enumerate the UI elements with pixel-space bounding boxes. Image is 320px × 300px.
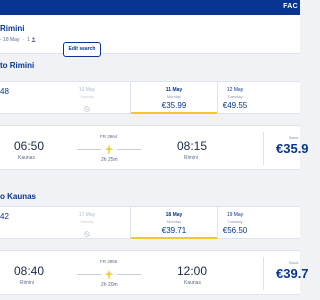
departure-time: 08:40	[14, 264, 45, 278]
day-label: Monday	[166, 94, 182, 99]
route-line	[77, 274, 101, 275]
search-date-range: - 18 May	[0, 37, 20, 43]
search-dates: - 18 May · 1	[0, 37, 36, 43]
date-cell-selected[interactable]: 18 May Monday €39.71	[130, 207, 218, 239]
day-label: Sunday	[80, 94, 94, 99]
departure-city: Rimini	[20, 280, 34, 286]
date-cell[interactable]: 10 May Sunday	[52, 82, 122, 113]
departure-city: Kaunas	[18, 155, 35, 161]
outbound-title: to Rimini	[0, 61, 35, 70]
date-cell[interactable]: 12 May Tuesday €49.55	[220, 82, 250, 113]
date-label: 19 May	[226, 212, 244, 218]
route-line	[117, 274, 141, 275]
search-route: Rimini	[0, 24, 25, 33]
edit-search-button[interactable]: Edit search	[63, 42, 101, 57]
flight-number: FR 3965	[100, 259, 118, 264]
no-flight-icon	[84, 106, 90, 112]
person-icon	[31, 37, 36, 43]
date-label: 10 May	[78, 87, 96, 93]
top-bar: FAC	[0, 0, 300, 15]
flight-duration: 2h 20m	[101, 282, 118, 288]
fare-price: €39.7	[276, 266, 309, 281]
fare-type: Basic	[289, 135, 299, 140]
inbound-flight-card[interactable]: 08:40 Rimini FR 3965 2h 20m 12:00 Kaunas…	[0, 250, 309, 295]
card-divider	[263, 257, 264, 290]
day-label: Sunday	[80, 219, 94, 224]
inbound-date-strip: 42 17 May Sunday 18 May Monday €39.71 19…	[0, 206, 300, 239]
inbound-title: o Kaunas	[0, 192, 37, 201]
arrival-city: Kaunas	[184, 280, 201, 286]
date-price: €39.71	[161, 226, 187, 235]
date-cell[interactable]: 19 May Tuesday €56.50	[220, 207, 250, 238]
arrival-city: Rimini	[184, 155, 198, 161]
search-summary: Rimini - 18 May · 1 Edit search	[0, 15, 300, 57]
plane-icon	[104, 144, 114, 154]
day-label: Tuesday	[227, 219, 243, 224]
outbound-date-strip: 48 10 May Sunday 11 May Monday €35.99 12…	[0, 81, 300, 114]
date-label: 11 May	[165, 87, 183, 93]
day-label: Monday	[166, 219, 182, 224]
date-cell[interactable]: 42	[0, 207, 15, 238]
day-label: Tuesday	[227, 94, 243, 99]
no-flight-icon	[84, 231, 90, 237]
date-price: 42	[0, 212, 9, 221]
date-label: 12 May	[226, 87, 244, 93]
date-price: €49.55	[222, 101, 248, 110]
flight-number: FR 3964	[100, 134, 118, 139]
fare-type: Basic	[289, 260, 299, 265]
route-line	[77, 149, 101, 150]
outbound-flight-card[interactable]: 06:50 Kaunas FR 3964 2h 25m 08:15 Rimini…	[0, 125, 309, 170]
arrival-time: 12:00	[177, 264, 208, 278]
date-cell[interactable]: 17 May Sunday	[52, 207, 122, 238]
flight-duration: 2h 25m	[101, 157, 118, 163]
fare-price: €35.9	[276, 141, 309, 156]
date-cell-selected[interactable]: 11 May Monday €35.99	[130, 82, 218, 114]
date-cell[interactable]: 48	[0, 82, 15, 113]
top-nav-link[interactable]: FAC	[283, 3, 298, 10]
arrival-time: 08:15	[177, 139, 208, 153]
date-price: €35.99	[161, 101, 187, 110]
date-label: 18 May	[165, 212, 183, 218]
plane-icon	[104, 269, 114, 279]
date-price: €56.50	[222, 226, 248, 235]
passenger-count: 1	[27, 37, 30, 43]
card-divider	[263, 132, 264, 165]
departure-time: 06:50	[14, 139, 45, 153]
date-price: 48	[0, 87, 9, 96]
date-label: 17 May	[78, 212, 96, 218]
route-line	[117, 149, 141, 150]
